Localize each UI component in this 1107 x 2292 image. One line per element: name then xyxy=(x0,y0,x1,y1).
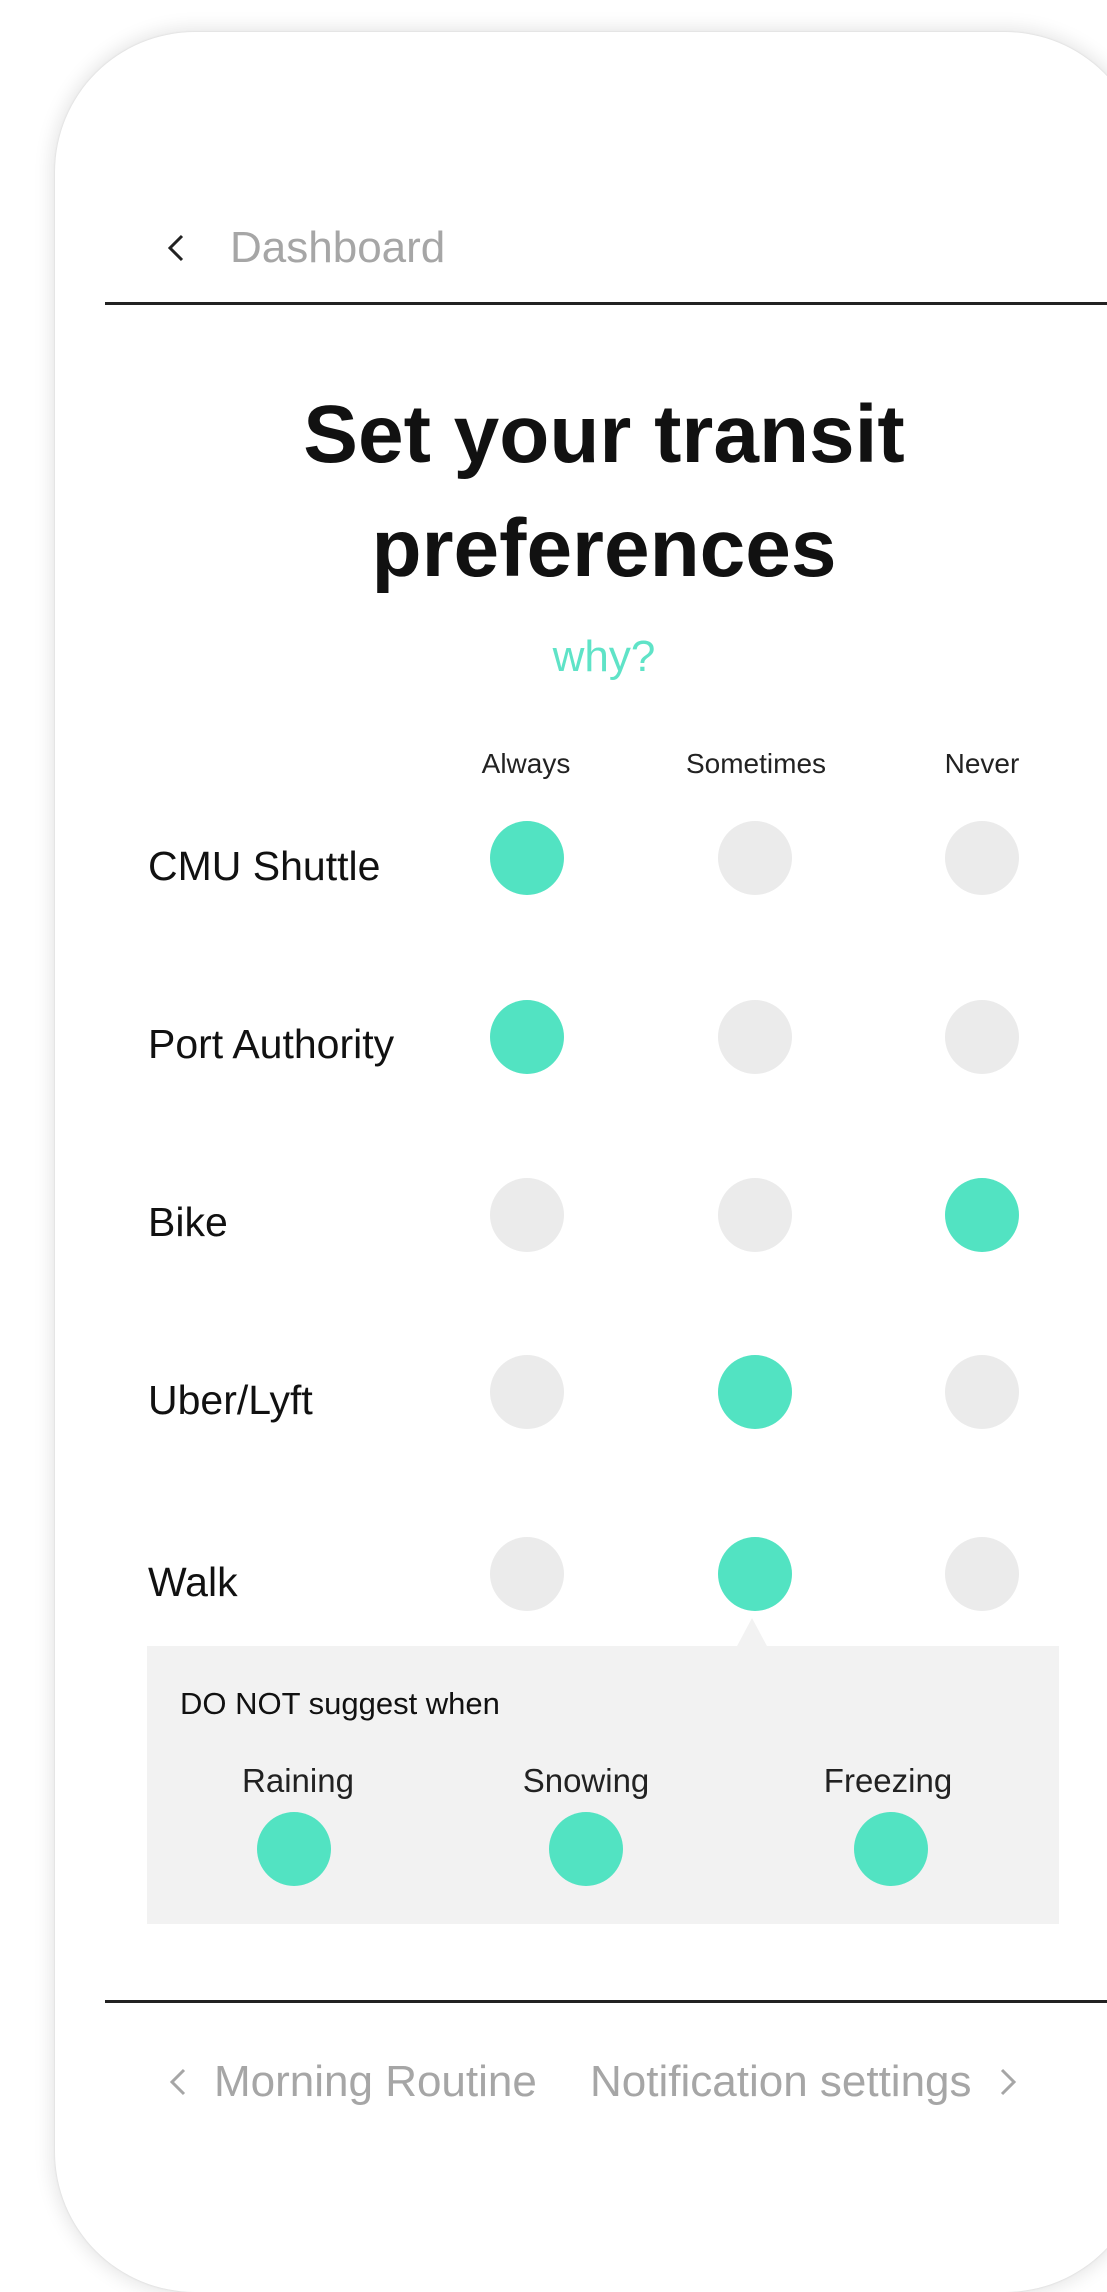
toggle-condition-snowing[interactable] xyxy=(549,1812,623,1886)
page-title: Set your transit preferences xyxy=(303,389,905,594)
row-label-port-authority: Port Authority xyxy=(148,1021,395,1067)
condition-label-raining: Raining xyxy=(242,1762,354,1799)
radio-walk-never[interactable] xyxy=(945,1537,1019,1611)
why-link[interactable]: why? xyxy=(105,632,1103,682)
radio-uber-lyft-always[interactable] xyxy=(490,1355,564,1429)
next-label: Notification settings xyxy=(590,2057,972,2106)
walk-conditions-title: DO NOT suggest when xyxy=(180,1686,500,1721)
prev-label: Morning Routine xyxy=(214,2057,537,2106)
radio-walk-sometimes[interactable] xyxy=(718,1537,792,1611)
row-label-walk: Walk xyxy=(148,1559,238,1605)
chevron-left-icon xyxy=(169,2068,186,2096)
back-to-dashboard-link[interactable]: Dashboard xyxy=(156,218,445,278)
radio-bike-sometimes[interactable] xyxy=(718,1178,792,1252)
footer-divider xyxy=(105,2000,1107,2003)
condition-label-freezing: Freezing xyxy=(823,1762,953,1799)
radio-bike-always[interactable] xyxy=(490,1178,564,1252)
phone-frame xyxy=(55,32,1107,2292)
radio-bike-never[interactable] xyxy=(945,1178,1019,1252)
back-label: Dashboard xyxy=(230,223,446,272)
radio-uber-lyft-sometimes[interactable] xyxy=(718,1355,792,1429)
row-label-bike: Bike xyxy=(148,1199,228,1245)
toggle-condition-freezing[interactable] xyxy=(854,1812,928,1886)
radio-cmu-shuttle-sometimes[interactable] xyxy=(718,821,792,895)
chevron-right-icon xyxy=(1000,2068,1016,2096)
radio-uber-lyft-never[interactable] xyxy=(945,1355,1019,1429)
radio-cmu-shuttle-always[interactable] xyxy=(490,821,564,895)
chevron-left-icon xyxy=(167,234,184,262)
walk-panel-pointer xyxy=(736,1618,768,1648)
prev-morning-routine-link[interactable]: Morning Routine xyxy=(160,2052,537,2112)
toggle-condition-raining[interactable] xyxy=(257,1812,331,1886)
condition-label-snowing: Snowing xyxy=(522,1762,650,1799)
row-label-cmu-shuttle: CMU Shuttle xyxy=(148,843,381,889)
radio-port-authority-always[interactable] xyxy=(490,1000,564,1074)
column-header-always: Always xyxy=(481,748,571,779)
column-header-never: Never xyxy=(944,748,1020,779)
row-label-uber-lyft: Uber/Lyft xyxy=(148,1377,313,1423)
header-divider xyxy=(105,302,1107,305)
column-header-sometimes: Sometimes xyxy=(685,748,827,779)
radio-walk-always[interactable] xyxy=(490,1537,564,1611)
radio-port-authority-sometimes[interactable] xyxy=(718,1000,792,1074)
radio-port-authority-never[interactable] xyxy=(945,1000,1019,1074)
next-notification-settings-link[interactable]: Notification settings xyxy=(590,2052,1026,2112)
radio-cmu-shuttle-never[interactable] xyxy=(945,821,1019,895)
